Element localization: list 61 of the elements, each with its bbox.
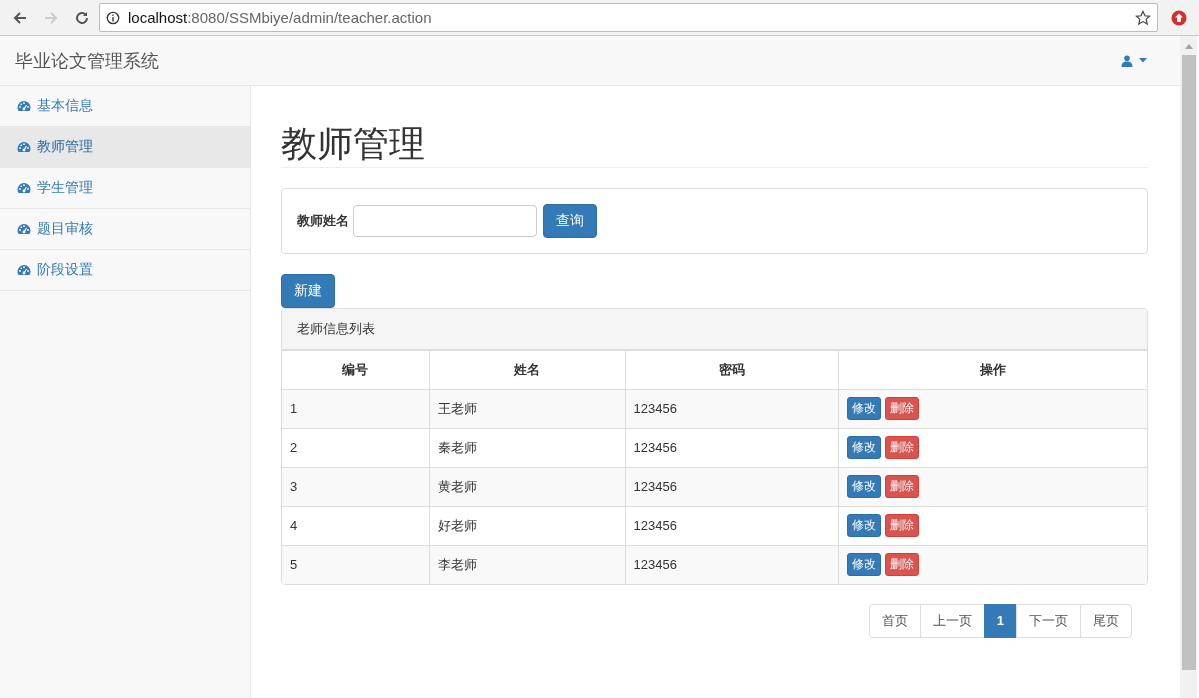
pagination-link[interactable]: 尾页	[1080, 603, 1132, 638]
table-cell: 好老师	[429, 506, 625, 546]
edit-button[interactable]: 修改	[846, 514, 881, 538]
table-title: 老师信息列表	[297, 320, 375, 336]
reload-icon[interactable]	[74, 9, 90, 26]
column-header: 编号	[282, 350, 429, 390]
delete-button[interactable]: 删除	[884, 475, 919, 499]
edit-button[interactable]: 修改	[846, 436, 881, 460]
column-header: 密码	[625, 350, 838, 390]
scrollbar-thumb[interactable]	[1181, 55, 1196, 670]
address-bar[interactable]: localhost:8080/SSMbiye/admin/teacher.action	[99, 3, 1158, 32]
user-icon	[1121, 54, 1133, 67]
star-icon[interactable]	[1135, 9, 1151, 26]
delete-button[interactable]: 删除	[884, 436, 919, 460]
dashboard-icon	[17, 264, 31, 276]
table-cell: 123456	[625, 506, 838, 546]
scroll-up-icon[interactable]	[1184, 44, 1193, 49]
search-button[interactable]: 查询	[543, 203, 597, 238]
table-cell: 123456	[625, 428, 838, 468]
edit-button[interactable]: 修改	[846, 553, 881, 577]
pagination-link[interactable]: 首页	[868, 603, 921, 638]
teacher-name-field[interactable]	[353, 204, 537, 237]
table-cell: 黄老师	[429, 467, 625, 507]
user-menu[interactable]	[1121, 54, 1147, 67]
delete-button[interactable]: 删除	[884, 514, 919, 538]
dashboard-icon	[17, 100, 31, 112]
url-text: localhost:8080/SSMbiye/admin/teacher.action	[128, 9, 433, 26]
delete-button[interactable]: 删除	[884, 553, 919, 577]
table-cell: 2	[282, 428, 429, 468]
sidebar-item[interactable]: 学生管理	[0, 168, 250, 209]
table-cell: 123456	[625, 389, 838, 429]
column-header: 姓名	[429, 350, 625, 390]
scrollbar[interactable]	[1180, 36, 1197, 698]
table-cell: 123456	[625, 467, 838, 507]
extension-icon[interactable]	[1171, 9, 1187, 26]
column-header: 操作	[838, 350, 1147, 390]
sidebar-item[interactable]: 教师管理	[0, 127, 250, 168]
dashboard-icon	[17, 141, 31, 153]
page-title: 教师管理	[281, 124, 1148, 168]
brand-title[interactable]: 毕业论文管理系统	[15, 48, 159, 73]
edit-button[interactable]: 修改	[846, 475, 881, 499]
edit-button[interactable]: 修改	[846, 397, 881, 421]
sidebar-item[interactable]: 题目审核	[0, 209, 250, 250]
pagination-link[interactable]: 上一页	[919, 603, 985, 638]
dashboard-icon	[17, 182, 31, 194]
new-button[interactable]: 新建	[281, 273, 335, 308]
table-cell: 王老师	[429, 389, 625, 429]
delete-button[interactable]: 删除	[884, 397, 919, 421]
table-cell: 1	[282, 389, 429, 429]
dashboard-icon	[17, 223, 31, 235]
table-cell: 秦老师	[429, 428, 625, 468]
teacher-name-label: 教师姓名	[297, 211, 349, 230]
back-icon[interactable]	[12, 9, 28, 26]
info-icon	[106, 10, 120, 25]
table-cell: 4	[282, 506, 429, 546]
sidebar-item[interactable]: 阶段设置	[0, 250, 250, 291]
pagination-link[interactable]: 下一页	[1016, 603, 1081, 638]
table-cell: 3	[282, 467, 429, 507]
pagination-link[interactable]: 1	[983, 603, 1017, 638]
caret-icon	[1139, 58, 1147, 63]
table-cell: 5	[282, 545, 429, 584]
